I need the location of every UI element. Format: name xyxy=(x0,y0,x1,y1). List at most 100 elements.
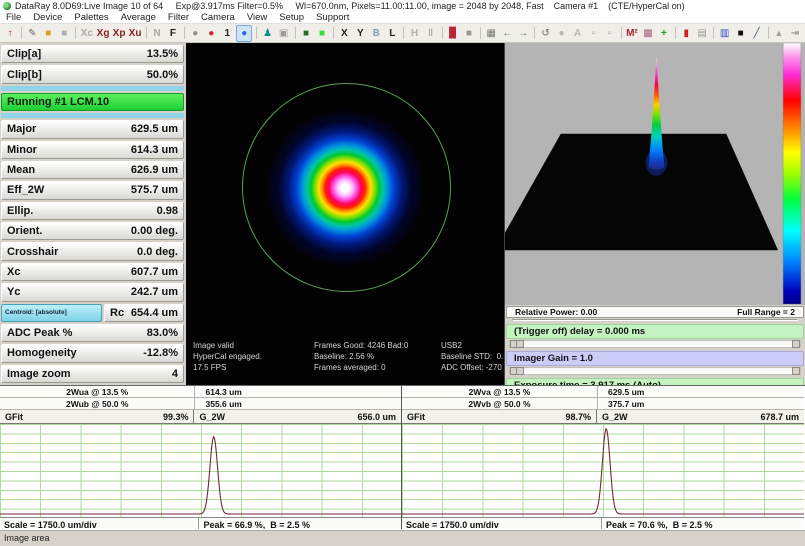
bright-green-square-icon[interactable]: ■ xyxy=(315,26,329,41)
black-display-icon[interactable]: ■ xyxy=(734,26,748,41)
next-arrow-icon[interactable]: → xyxy=(516,26,530,41)
trigger-delay-slider[interactable] xyxy=(509,340,801,348)
xp-mode-icon[interactable]: Xp xyxy=(112,26,126,41)
row-major[interactable]: Major 629.5 um xyxy=(1,120,184,138)
h-toggle-icon[interactable]: H xyxy=(408,26,422,41)
slider-handle[interactable] xyxy=(516,367,524,375)
trend-chart-icon[interactable]: ╱ xyxy=(750,26,764,41)
printer-icon[interactable]: ▤ xyxy=(695,26,709,41)
row-eff-2w[interactable]: Eff_2W 575.7 um xyxy=(1,181,184,199)
menu-average[interactable]: Average xyxy=(115,12,162,23)
running-status-banner[interactable]: Running #1 LCM.10 xyxy=(1,93,184,111)
disabled-circle-icon[interactable]: ● xyxy=(555,26,569,41)
open-folder-icon[interactable]: ■ xyxy=(41,26,55,41)
minor-value: 614.3 um xyxy=(131,144,178,156)
crosshair-value: 0.0 deg. xyxy=(137,246,178,258)
row-orient[interactable]: Orient. 0.00 deg. xyxy=(1,222,184,240)
trigger-delay-label: (Trigger off) delay = 0.000 ms xyxy=(506,324,804,339)
record-circle-icon[interactable]: ● xyxy=(204,26,218,41)
imager-gain-slider[interactable] xyxy=(509,367,801,375)
menu-setup[interactable]: Setup xyxy=(273,12,310,23)
save-file-icon[interactable]: ■ xyxy=(57,26,71,41)
u-gfit-row: GFit 99.3% G_2W 656.0 um xyxy=(0,410,401,424)
xg-mode-icon[interactable]: Xg xyxy=(96,26,110,41)
gray-panel-icon[interactable]: ■ xyxy=(462,26,476,41)
row-clip-a[interactable]: Clip[a] 13.5% xyxy=(1,45,184,63)
profile-plots-section: 2Wua @ 13.5 % 614.3 um 2Wub @ 50.0 % 355… xyxy=(0,385,805,529)
bars-red-blue-icon[interactable]: ▥ xyxy=(718,26,732,41)
title-bar: DataRay 8.0D69:Live Image 10 of 64 Exp@3… xyxy=(0,0,805,12)
v-profile-plot[interactable] xyxy=(402,424,804,518)
prev-arrow-icon[interactable]: ← xyxy=(500,26,514,41)
row-yc[interactable]: Yc 242.7 um xyxy=(1,283,184,301)
centroid-row: Centroid: [absolute] Rc 654.4 um xyxy=(1,304,184,322)
thermo-pin-icon[interactable]: ▮ xyxy=(679,26,693,41)
dark-green-square-icon[interactable]: ■ xyxy=(299,26,313,41)
up-small-icon[interactable]: ▴ xyxy=(772,26,786,41)
row-crosshair[interactable]: Crosshair 0.0 deg. xyxy=(1,242,184,260)
b-toggle-icon[interactable]: B xyxy=(369,26,383,41)
v-gfit-label: GFit xyxy=(407,412,425,422)
menu-bar: File Device Palettes Average Filter Came… xyxy=(0,12,805,24)
cam-small-2-icon[interactable]: ▫ xyxy=(603,26,617,41)
v-g2w-label: G_2W xyxy=(602,412,628,422)
image-zoom-label: Image zoom xyxy=(7,368,71,380)
u-peak-value: Peak = 66.9 %, B = 2.5 % xyxy=(203,520,310,530)
grid-view-icon[interactable]: ▦ xyxy=(484,26,498,41)
v-profile-curve xyxy=(402,424,804,517)
user-icon[interactable]: ♟ xyxy=(261,26,275,41)
palette-small-icon[interactable]: ▩ xyxy=(641,26,655,41)
red-notebook-icon[interactable]: ▉ xyxy=(446,26,460,41)
row-adc-peak[interactable]: ADC Peak % 83.0% xyxy=(1,324,184,342)
menu-file[interactable]: File xyxy=(0,12,27,23)
beam-image-2d[interactable]: Image valid HyperCal engaged. 17.5 FPS F… xyxy=(186,43,504,385)
end-arrow-icon[interactable]: ⇥ xyxy=(788,26,802,41)
beam-view-3d[interactable] xyxy=(505,43,805,305)
y-axis-icon[interactable]: Y xyxy=(353,26,367,41)
gray-circle-icon[interactable]: ● xyxy=(188,26,202,41)
row-homogeneity[interactable]: Homogeneity -12.8% xyxy=(1,344,184,362)
menu-filter[interactable]: Filter xyxy=(162,12,195,23)
l-toggle-icon[interactable]: L xyxy=(385,26,399,41)
lock-icon[interactable]: ▣ xyxy=(277,26,291,41)
pause-icon[interactable]: ‖ xyxy=(424,26,438,41)
row-minor[interactable]: Minor 614.3 um xyxy=(1,141,184,159)
menu-device[interactable]: Device xyxy=(27,12,68,23)
edit-pencil-icon[interactable]: ✎ xyxy=(25,26,39,41)
clip-b-label: Clip[b] xyxy=(7,69,42,81)
row-ellip[interactable]: Ellip. 0.98 xyxy=(1,202,184,220)
u-profile-plot[interactable] xyxy=(0,424,401,518)
clip-a-value: 13.5% xyxy=(147,48,178,60)
row-xc[interactable]: Xc 607.7 um xyxy=(1,263,184,281)
row-image-zoom[interactable]: Image zoom 4 xyxy=(1,365,184,383)
v-width-row-1: 2Wva @ 13.5 % 629.5 um xyxy=(402,386,804,398)
menu-palettes[interactable]: Palettes xyxy=(68,12,114,23)
f-mode-icon[interactable]: F xyxy=(166,26,180,41)
add-plus-icon[interactable]: + xyxy=(657,26,671,41)
x-axis-icon[interactable]: X xyxy=(337,26,351,41)
m2-measure-icon[interactable]: M² xyxy=(625,26,639,41)
status-bar: Image area xyxy=(0,529,805,546)
ellip-label: Ellip. xyxy=(7,205,33,217)
2wua-label: 2Wua @ 13.5 % xyxy=(66,387,128,397)
rc-label: Rc xyxy=(110,307,124,319)
xu-mode-icon[interactable]: Xu xyxy=(128,26,142,41)
centroid-mode-button[interactable]: Centroid: [absolute] xyxy=(1,304,102,322)
xc-label: Xc xyxy=(7,266,20,278)
menu-camera[interactable]: Camera xyxy=(195,12,241,23)
font-a-icon[interactable]: A xyxy=(571,26,585,41)
menu-support[interactable]: Support xyxy=(310,12,355,23)
row-clip-b[interactable]: Clip[b] 50.0% xyxy=(1,65,184,83)
n-mode-icon[interactable]: N xyxy=(150,26,164,41)
rc-cell[interactable]: Rc 654.4 um xyxy=(104,304,184,322)
cam-small-icon[interactable]: ▫ xyxy=(587,26,601,41)
average-one-icon[interactable]: 1 xyxy=(220,26,234,41)
homogeneity-label: Homogeneity xyxy=(7,347,77,359)
slider-handle[interactable] xyxy=(516,340,524,348)
send-arrow-icon[interactable]: ↑ xyxy=(3,26,17,41)
xc-mode-icon[interactable]: Xc xyxy=(80,26,94,41)
refresh-icon[interactable]: ↺ xyxy=(539,26,553,41)
info-circle-icon[interactable]: ● xyxy=(236,25,252,42)
row-mean[interactable]: Mean 626.9 um xyxy=(1,161,184,179)
menu-view[interactable]: View xyxy=(241,12,273,23)
